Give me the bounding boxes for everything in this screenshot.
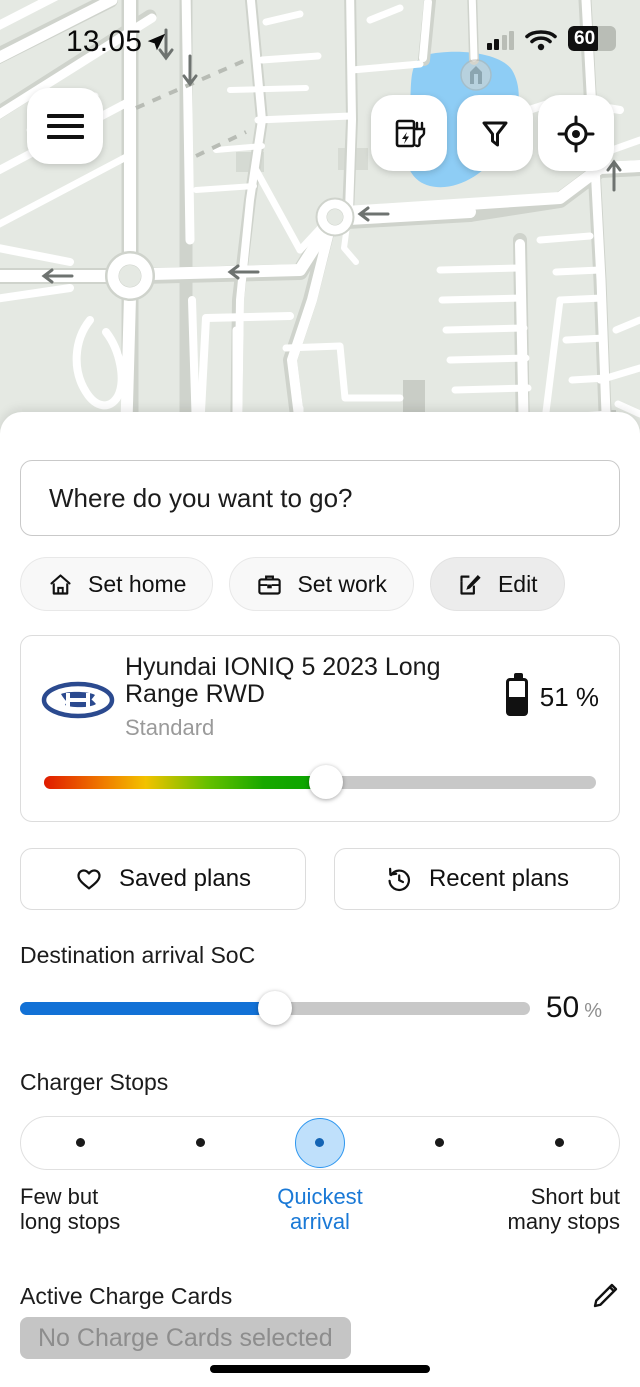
slider-thumb[interactable] bbox=[258, 990, 292, 1025]
slider-fill bbox=[44, 775, 326, 789]
briefcase-icon bbox=[258, 575, 282, 595]
battery-vertical-icon bbox=[505, 673, 528, 716]
destination-soc-label: Destination arrival SoC bbox=[20, 941, 256, 968]
vehicle-soc-slider[interactable] bbox=[44, 764, 596, 799]
charger-stops-dot-3[interactable] bbox=[413, 1116, 467, 1170]
status-indicators: 60 bbox=[486, 26, 616, 51]
app-root: 13.05 60 Where do you want to go? Set ho… bbox=[0, 0, 640, 1387]
pencil-icon[interactable] bbox=[590, 1281, 620, 1311]
charger-stops-label-right: Short but many stops bbox=[440, 1183, 621, 1236]
slider-thumb[interactable] bbox=[308, 764, 343, 799]
bottom-sheet: Where do you want to go? Set home Set wo… bbox=[0, 412, 640, 1387]
home-icon bbox=[50, 573, 71, 595]
vehicle-card[interactable]: Hyundai IONIQ 5 2023 Long Range RWD Stan… bbox=[20, 635, 620, 822]
navigation-arrow-icon bbox=[147, 33, 166, 51]
battery-level-text: 60 bbox=[574, 27, 596, 49]
destination-soc-value: 50% bbox=[530, 991, 620, 1025]
charger-stops-section: Charger Stops Few but long stops Quickes… bbox=[20, 1069, 620, 1236]
edit-pencil-square-icon bbox=[460, 574, 481, 595]
charger-stops-dot-4[interactable] bbox=[532, 1116, 586, 1170]
plan-buttons-row: Saved plans Recent plans bbox=[20, 847, 620, 910]
dot-marker bbox=[554, 1138, 564, 1147]
history-clock-icon bbox=[388, 867, 410, 891]
battery-icon: 60 bbox=[568, 26, 616, 51]
label-line: arrival bbox=[290, 1209, 350, 1235]
status-bar: 13.05 60 bbox=[0, 0, 640, 78]
destination-soc-slider[interactable] bbox=[20, 990, 530, 1025]
charge-cards-header: Active Charge Cards bbox=[20, 1281, 620, 1311]
saved-plans-button[interactable]: Saved plans bbox=[20, 847, 306, 910]
charger-stops-dot-2[interactable] bbox=[293, 1116, 347, 1170]
cellular-signal-icon bbox=[486, 28, 514, 50]
destination-soc-number: 50 bbox=[545, 990, 580, 1024]
dot-marker bbox=[435, 1138, 445, 1147]
wifi-icon bbox=[525, 29, 557, 50]
edit-favorites-button[interactable]: Edit bbox=[429, 557, 565, 611]
charging-station-icon bbox=[395, 119, 426, 148]
vehicle-variant: Standard bbox=[125, 714, 215, 740]
heart-icon bbox=[77, 868, 101, 889]
charger-stops-label-middle: Quickest arrival bbox=[230, 1184, 410, 1236]
charger-stops-label: Charger Stops bbox=[20, 1068, 169, 1095]
charge-cards-label: Active Charge Cards bbox=[20, 1282, 233, 1309]
charger-stops-dot-1[interactable] bbox=[173, 1116, 227, 1170]
hamburger-menu-icon bbox=[46, 113, 84, 139]
locate-crosshair-icon bbox=[557, 115, 595, 153]
label-line: long stops bbox=[20, 1209, 121, 1235]
filter-funnel-icon bbox=[482, 121, 508, 147]
hyundai-logo-icon bbox=[41, 654, 119, 725]
recent-plans-label: Recent plans bbox=[428, 864, 570, 892]
charger-stops-labels: Few but long stops Quickest arrival Shor… bbox=[20, 1184, 620, 1236]
destination-soc-unit: % bbox=[584, 999, 602, 1022]
recent-plans-button[interactable]: Recent plans bbox=[334, 847, 620, 910]
edit-favorites-label: Edit bbox=[497, 570, 538, 597]
dot-marker bbox=[76, 1138, 86, 1147]
map-chargers-button[interactable] bbox=[371, 95, 447, 171]
set-work-button[interactable]: Set work bbox=[229, 557, 414, 611]
charger-stops-label-left: Few but long stops bbox=[20, 1184, 200, 1236]
search-placeholder: Where do you want to go? bbox=[49, 482, 353, 513]
label-line: many stops bbox=[507, 1209, 621, 1235]
set-work-label: Set work bbox=[297, 570, 387, 597]
destination-soc-row: 50% bbox=[20, 990, 620, 1025]
label-line: Quickest bbox=[277, 1183, 363, 1209]
set-home-button[interactable]: Set home bbox=[20, 557, 214, 611]
map-filter-button[interactable] bbox=[457, 95, 533, 171]
vehicle-soc-value: 51 % bbox=[539, 681, 599, 712]
vehicle-name: Hyundai IONIQ 5 2023 Long Range RWD bbox=[125, 653, 441, 709]
search-input[interactable]: Where do you want to go? bbox=[20, 460, 620, 536]
home-indicator bbox=[210, 1365, 430, 1373]
set-home-label: Set home bbox=[88, 570, 187, 597]
quick-actions-row: Set home Set work Edit bbox=[20, 557, 620, 611]
status-time: 13.05 bbox=[66, 25, 143, 58]
charger-stops-dot-0[interactable] bbox=[54, 1116, 108, 1170]
slider-fill bbox=[20, 1001, 275, 1015]
label-line: Short but bbox=[530, 1183, 620, 1209]
label-line: Few but bbox=[20, 1183, 99, 1209]
saved-plans-label: Saved plans bbox=[118, 864, 252, 892]
charge-cards-chip[interactable]: No Charge Cards selected bbox=[20, 1317, 351, 1360]
charger-stops-selector[interactable] bbox=[20, 1115, 620, 1170]
map-locate-button[interactable] bbox=[538, 95, 614, 171]
dot-marker bbox=[195, 1138, 205, 1147]
map-menu-button[interactable] bbox=[27, 88, 103, 164]
